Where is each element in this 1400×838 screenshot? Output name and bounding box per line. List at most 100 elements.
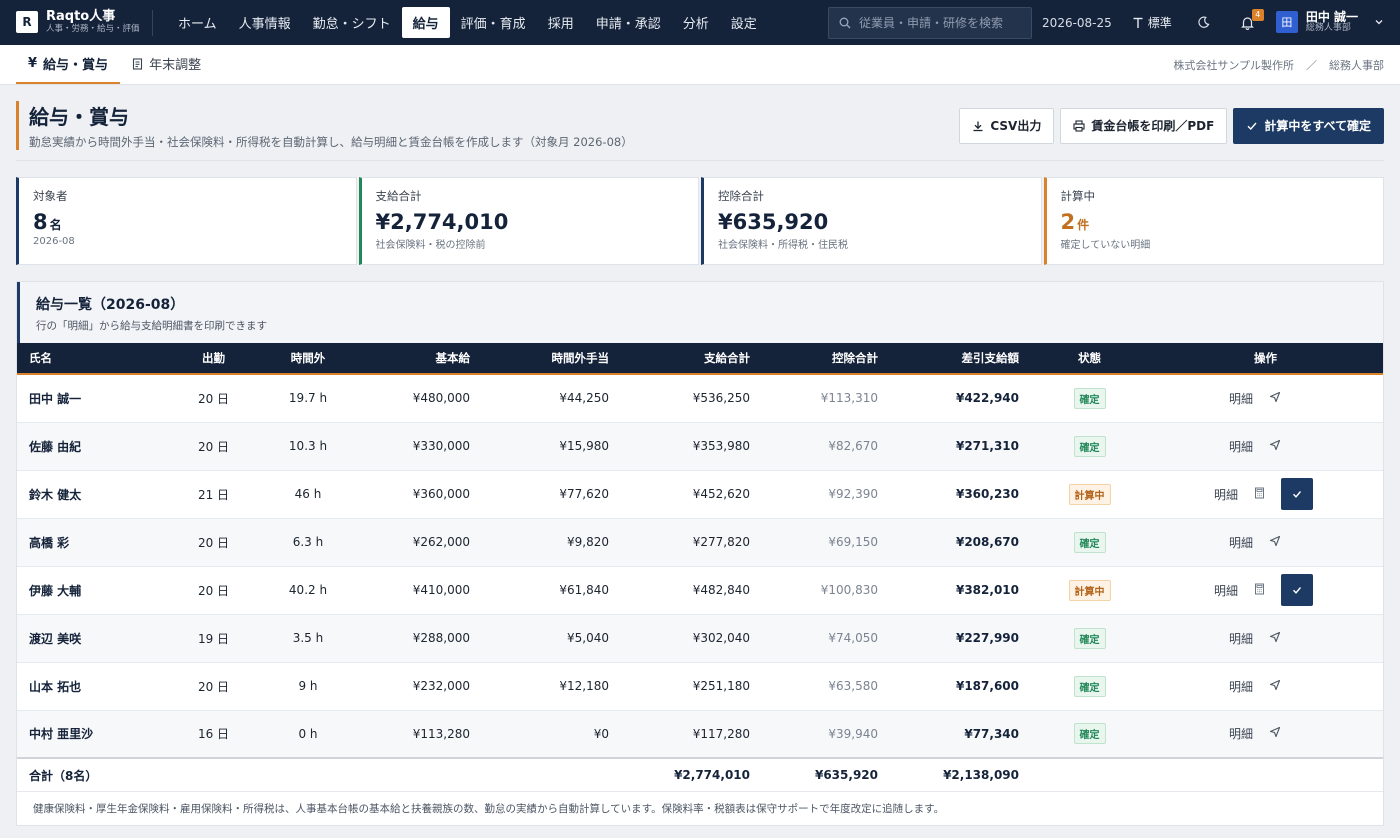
main-nav: ホーム 人事情報 勤怠・シフト 給与 評価・育成 採用 申請・承認 分析 設定 (167, 0, 768, 45)
brand[interactable]: R Raqto人事 人事・労務・給与・評価 (16, 9, 152, 35)
printer-icon (1073, 119, 1085, 132)
detail-link[interactable]: 明細 (1214, 486, 1238, 503)
table-row[interactable]: 山本 拓也 20 日9 h ¥232,000 ¥12,180 ¥251,180 ¥63,5… (17, 662, 1383, 711)
col-deductions[interactable]: 控除合計 (762, 343, 890, 375)
col-days[interactable]: 出勤 (169, 343, 258, 375)
confirm-row-button[interactable] (1281, 478, 1313, 510)
cell-name: 佐藤 由紀 (17, 422, 169, 471)
breadcrumb-department[interactable]: 総務人事部 (1329, 57, 1384, 73)
detail-link[interactable]: 明細 (1229, 678, 1253, 695)
nav-item-7[interactable]: 分析 (672, 7, 720, 38)
cell-days: 20 日 (169, 662, 258, 711)
summary-stats: 対象者 8 名 2026-08 支給合計 ¥2,774,010 社会保険料・税の控除前 控除合… (16, 177, 1384, 265)
table-row[interactable]: 鈴木 健太 21 日 46 h ¥360,000 ¥77,620 ¥452,620 ¥92,… (17, 470, 1383, 519)
col-name[interactable]: 氏名 (17, 343, 169, 375)
status-badge: 計算中 (1068, 483, 1111, 505)
col-base-pay[interactable]: 基本給 (358, 343, 482, 375)
cell-actions: 明細 (1148, 614, 1383, 663)
status-badge: 確定 (1073, 723, 1106, 745)
table-header-row: 氏名 出勤 時間外 基本給 時間外手当 支給合計 控除合計 差引支給額 状態 操… (17, 343, 1383, 375)
global-search[interactable] (828, 6, 1033, 39)
col-overtime-pay[interactable]: 時間外手当 (482, 343, 621, 375)
stat-number: ¥2,774,010 (375, 210, 509, 234)
detail-link[interactable]: 明細 (1229, 725, 1253, 742)
cell-actions: 明細 (1148, 374, 1383, 423)
table-row[interactable]: 高橋 彩 20 日 6.3 h ¥262,000 ¥9,820 ¥277,820 ¥69,1… (17, 518, 1383, 567)
col-overtime[interactable]: 時間外 (258, 343, 358, 375)
total-deductions: ¥635,920 (762, 757, 890, 791)
table-row[interactable]: 渡辺 美咲 19 日 3.5 h ¥288,000 ¥5,040 ¥302,040 ¥74,… (17, 614, 1383, 663)
detail-link[interactable]: 明細 (1229, 630, 1253, 647)
cell-gross: ¥251,180 (621, 662, 762, 711)
detail-link[interactable]: 明細 (1214, 582, 1238, 599)
tab-label: 年末調整 (149, 58, 202, 73)
breadcrumb-company[interactable]: 株式会社サンプル製作所 (1173, 57, 1294, 73)
cell-actions: 明細 (1148, 518, 1383, 567)
cell-overtime: 0 h (258, 710, 358, 759)
cell-gross: ¥452,620 (621, 470, 762, 519)
table-row[interactable]: 中村 亜里沙 16 日0 h ¥113,280 ¥0 ¥117,280 ¥39,940 ¥7… (17, 710, 1383, 759)
check-icon (1293, 491, 1302, 498)
notifications-button[interactable]: 4 (1236, 8, 1264, 35)
send-payslip-button[interactable] (1269, 535, 1281, 550)
confirm-all-button[interactable]: 計算中をすべて確定 (1233, 107, 1384, 144)
send-payslip-button[interactable] (1269, 631, 1281, 646)
nav-item-3[interactable]: 給与 (401, 7, 450, 38)
send-payslip-button[interactable] (1269, 391, 1281, 406)
nav-item-2[interactable]: 勤怠・シフト (302, 7, 402, 38)
panel-title: 給与一覧（2026-08） (36, 297, 185, 313)
tab-payroll-bonus[interactable]: ¥ 給与・賞与 (16, 45, 121, 84)
top-navigation-bar: R Raqto人事 人事・労務・給与・評価 ホーム 人事情報 勤怠・シフト 給与 評価・… (0, 0, 1400, 45)
send-icon (1269, 535, 1281, 546)
stat-number: ¥635,920 (718, 210, 829, 234)
nav-item-1[interactable]: 人事情報 (228, 7, 302, 38)
recalculate-button[interactable] (1254, 487, 1265, 502)
cell-status: 計算中 (1031, 566, 1148, 615)
text-size-toggle[interactable]: 標準 (1132, 14, 1172, 31)
user-menu[interactable]: 田 田中 誠一 総務人事部 (1275, 10, 1384, 34)
cell-overtime-pay: ¥15,980 (482, 422, 621, 471)
confirm-row-button[interactable] (1281, 574, 1313, 606)
app-name: Raqto人事 (46, 9, 116, 25)
nav-item-5[interactable]: 採用 (537, 7, 585, 38)
cell-name: 渡辺 美咲 (17, 614, 169, 663)
detail-link[interactable]: 明細 (1229, 438, 1253, 455)
page-header: 給与・賞与 勤怠実績から時間外手当・社会保険料・所得税を自動計算し、給与明細と賃… (16, 101, 1384, 161)
cell-status: 確定 (1031, 518, 1148, 567)
send-icon (1269, 679, 1281, 690)
nav-item-8[interactable]: 設定 (720, 7, 768, 38)
col-net-pay[interactable]: 差引支給額 (890, 343, 1031, 375)
detail-link[interactable]: 明細 (1229, 390, 1253, 407)
print-ledger-label: 賃金台帳を印刷／PDF (1091, 119, 1215, 133)
tab-year-end-adjustment[interactable]: 年末調整 (120, 45, 213, 84)
stat-sub: 社会保険料・税の控除前 (375, 240, 486, 251)
cell-deductions: ¥92,390 (762, 470, 890, 519)
send-payslip-button[interactable] (1269, 439, 1281, 454)
search-input[interactable] (859, 15, 1020, 30)
cell-overtime-pay: ¥0 (482, 710, 621, 759)
cell-overtime: 3.5 h (258, 614, 358, 663)
print-ledger-button[interactable]: 賃金台帳を印刷／PDF (1060, 107, 1228, 144)
cell-net-pay: ¥208,670 (890, 518, 1031, 567)
nav-item-0[interactable]: ホーム (167, 7, 228, 38)
cell-actions: 明細 (1148, 422, 1383, 471)
nav-item-4[interactable]: 評価・育成 (450, 7, 537, 38)
csv-export-label: CSV出力 (990, 119, 1042, 133)
send-payslip-button[interactable] (1269, 726, 1281, 741)
detail-link[interactable]: 明細 (1229, 534, 1253, 551)
table-row[interactable]: 田中 誠一 20 日 19.7 h ¥480,000 ¥44,250 ¥536,250 ¥1… (17, 374, 1383, 423)
current-date: 2026-08-25 (1042, 15, 1112, 30)
nav-item-6[interactable]: 申請・承認 (585, 7, 672, 38)
dark-mode-toggle[interactable] (1192, 11, 1216, 35)
app-logo: R (16, 11, 38, 34)
recalculate-button[interactable] (1254, 583, 1265, 598)
table-row[interactable]: 佐藤 由紀 20 日 10.3 h ¥330,000 ¥15,980 ¥353,980 ¥8… (17, 422, 1383, 471)
cell-name: 鈴木 健太 (17, 470, 169, 519)
send-payslip-button[interactable] (1269, 679, 1281, 694)
csv-export-button[interactable]: CSV出力 (959, 107, 1055, 144)
cell-days: 20 日 (169, 422, 258, 471)
cell-net-pay: ¥360,230 (890, 470, 1031, 519)
col-gross[interactable]: 支給合計 (621, 343, 762, 375)
cell-gross: ¥536,250 (621, 374, 762, 423)
table-row[interactable]: 伊藤 大輔 20 日 40.2 h ¥410,000 ¥61,840 ¥482,840 ¥1… (17, 566, 1383, 615)
